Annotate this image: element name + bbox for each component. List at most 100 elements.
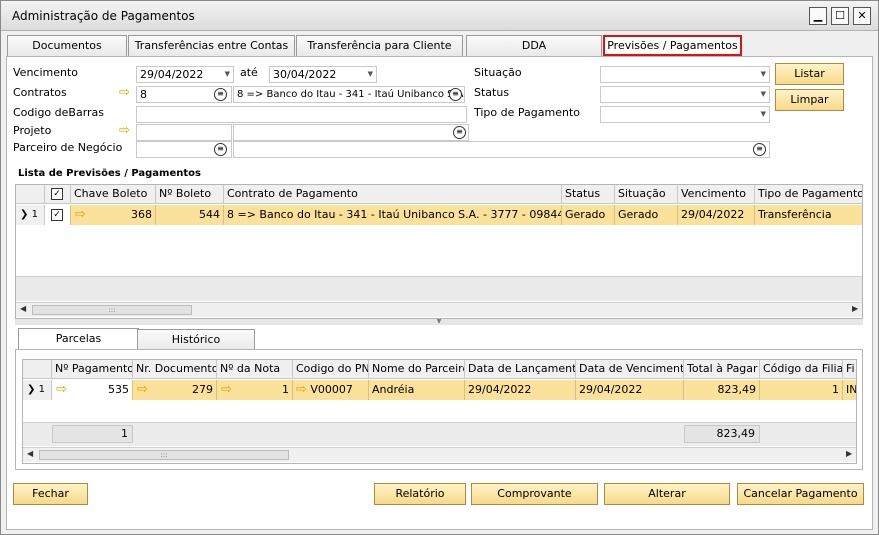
tipo-cell[interactable]: Transferência (755, 205, 862, 225)
tab-parcelas[interactable]: Parcelas (18, 328, 139, 349)
tipo-pagamento-select[interactable]: ▼ (600, 106, 770, 123)
documento-cell[interactable]: ⇨ 279 (133, 380, 217, 400)
scroll-left-icon[interactable]: ◀ (27, 449, 33, 458)
column-header[interactable]: Status (562, 185, 615, 204)
row-checkbox[interactable]: ✓ (51, 209, 63, 221)
splitter-handle[interactable]: ▼ (15, 319, 863, 325)
footer-total: 823,49 (684, 425, 760, 443)
select-all-checkbox[interactable]: ✓ (51, 188, 63, 200)
link-arrow-icon[interactable]: ⇨ (119, 124, 130, 137)
tab-documentos[interactable]: Documentos (7, 35, 127, 56)
column-header[interactable]: Nr. Documento (133, 360, 217, 379)
documento-value: 279 (192, 383, 213, 396)
column-header[interactable]: Nº Boleto (156, 185, 224, 204)
browse-icon[interactable]: ≡ (214, 88, 227, 101)
select-all-header[interactable]: ✓ (45, 185, 71, 204)
browse-icon[interactable]: ≡ (453, 126, 466, 139)
browse-icon[interactable]: ≡ (449, 88, 462, 101)
link-arrow-icon[interactable]: ⇨ (119, 86, 130, 99)
grid-summary-row (16, 276, 862, 301)
column-header[interactable]: Contrato de Pagamento (224, 185, 562, 204)
column-header[interactable]: Data de Vencimento (576, 360, 684, 379)
contrato-cell[interactable]: 8 => Banco do Itau - 341 - Itaú Unibanco… (224, 205, 562, 225)
scroll-thumb[interactable]: ::: (39, 450, 289, 460)
contratos-desc-field[interactable]: 8 => Banco do Itau - 341 - Itaú Unibanco… (233, 86, 465, 103)
alterar-button[interactable]: Alterar (604, 483, 730, 505)
link-arrow-icon[interactable]: ⇨ (296, 382, 307, 397)
minimize-button[interactable]: ▁ (809, 7, 827, 25)
tab-previsoes-pagamentos[interactable]: Previsões / Pagamentos (603, 35, 742, 56)
column-header[interactable]: Situação (615, 185, 678, 204)
fi-cell[interactable]: IN (843, 380, 856, 400)
vencimento-cell[interactable]: 29/04/2022 (678, 205, 755, 225)
fechar-button[interactable]: Fechar (13, 483, 88, 505)
previsoes-grid: ✓ Chave Boleto Nº Boleto Contrato de Pag… (15, 184, 863, 319)
browse-icon[interactable]: ≡ (214, 143, 227, 156)
codigo-barras-field[interactable] (136, 106, 467, 123)
tab-transferencia-cliente[interactable]: Transferência para Cliente (296, 35, 463, 56)
relatorio-button[interactable]: Relatório (374, 483, 466, 505)
projeto-code-field[interactable] (136, 124, 232, 141)
grid-corner (16, 185, 45, 204)
lancamento-cell[interactable]: 29/04/2022 (465, 380, 576, 400)
status-cell[interactable]: Gerado (562, 205, 615, 225)
list-section-title: Lista de Previsões / Pagamentos (18, 168, 201, 179)
scroll-right-icon[interactable]: ▶ (846, 449, 852, 458)
horizontal-scrollbar[interactable]: ◀ ::: ▶ (23, 447, 856, 462)
link-arrow-icon[interactable]: ⇨ (137, 383, 148, 396)
scroll-right-icon[interactable]: ▶ (852, 304, 858, 313)
situacao-cell[interactable]: Gerado (615, 205, 678, 225)
situacao-select[interactable]: ▼ (600, 66, 770, 83)
pagamento-cell[interactable]: ⇨ 535 (52, 380, 133, 400)
row-select-cell[interactable]: ✓ (45, 205, 71, 225)
status-select[interactable]: ▼ (600, 86, 770, 103)
scroll-left-icon[interactable]: ◀ (20, 304, 26, 313)
horizontal-scrollbar[interactable]: ◀ ::: ▶ (16, 302, 862, 317)
parceiro-cell[interactable]: Andréia (369, 380, 465, 400)
row-number: ❯ 1 (23, 380, 52, 400)
tipo-pagamento-label: Tipo de Pagamento (474, 106, 580, 119)
boleto-cell[interactable]: 544 (156, 205, 224, 225)
link-arrow-icon[interactable]: ⇨ (221, 383, 232, 396)
maximize-button[interactable]: ☐ (831, 7, 849, 25)
nota-cell[interactable]: ⇨ 1 (217, 380, 293, 400)
limpar-button[interactable]: Limpar (775, 89, 844, 111)
column-header[interactable]: Vencimento (678, 185, 755, 204)
total-cell[interactable]: 823,49 (684, 380, 760, 400)
column-header[interactable]: Fi (843, 360, 856, 379)
column-header[interactable]: Código da Filial (760, 360, 843, 379)
tab-transferencias-contas[interactable]: Transferências entre Contas (128, 35, 295, 56)
link-arrow-icon[interactable]: ⇨ (56, 383, 67, 396)
tab-historico[interactable]: Histórico (137, 329, 255, 350)
chave-boleto-cell[interactable]: ⇨ 368 (71, 205, 156, 225)
vencimento-to-value: 30/04/2022 (273, 68, 337, 81)
column-header[interactable]: Nome do Parceiro (369, 360, 465, 379)
vencimento-from-field[interactable]: 29/04/2022 ▼ (136, 66, 234, 83)
close-button[interactable]: ✕ (853, 7, 871, 25)
column-header[interactable]: Tipo de Pagamento (755, 185, 862, 204)
scroll-thumb[interactable]: ::: (32, 305, 192, 315)
comprovante-button[interactable]: Comprovante (471, 483, 598, 505)
vencimento-cell[interactable]: 29/04/2022 (576, 380, 684, 400)
column-header[interactable]: Data de Lançamento (465, 360, 576, 379)
projeto-desc-field[interactable] (233, 124, 469, 141)
column-header[interactable]: Nº Pagamento (52, 360, 133, 379)
window-title: Administração de Pagamentos (12, 9, 195, 23)
listar-button[interactable]: Listar (775, 63, 844, 85)
codigo-pn-cell[interactable]: ⇨ V00007 (293, 380, 369, 400)
row-number-value: 1 (31, 209, 38, 220)
browse-icon[interactable]: ≡ (753, 143, 766, 156)
column-header[interactable]: Total à Pagar (684, 360, 760, 379)
vencimento-to-field[interactable]: 30/04/2022 ▼ (269, 66, 377, 83)
cancelar-pagamento-button[interactable]: Cancelar Pagamento (737, 483, 864, 505)
tab-dda[interactable]: DDA (466, 35, 602, 56)
filial-cell[interactable]: 1 (760, 380, 843, 400)
parcelas-grid: Nº Pagamento Nr. Documento Nº da Nota Co… (22, 359, 857, 464)
chevron-down-icon: ▼ (367, 70, 373, 78)
column-header[interactable]: Codigo do PN (293, 360, 369, 379)
column-header[interactable]: Nº da Nota (217, 360, 293, 379)
parceiro-name-field[interactable] (233, 141, 770, 158)
link-arrow-icon[interactable]: ⇨ (75, 208, 86, 221)
column-header[interactable]: Chave Boleto (71, 185, 156, 204)
vencimento-label: Vencimento (13, 66, 79, 79)
